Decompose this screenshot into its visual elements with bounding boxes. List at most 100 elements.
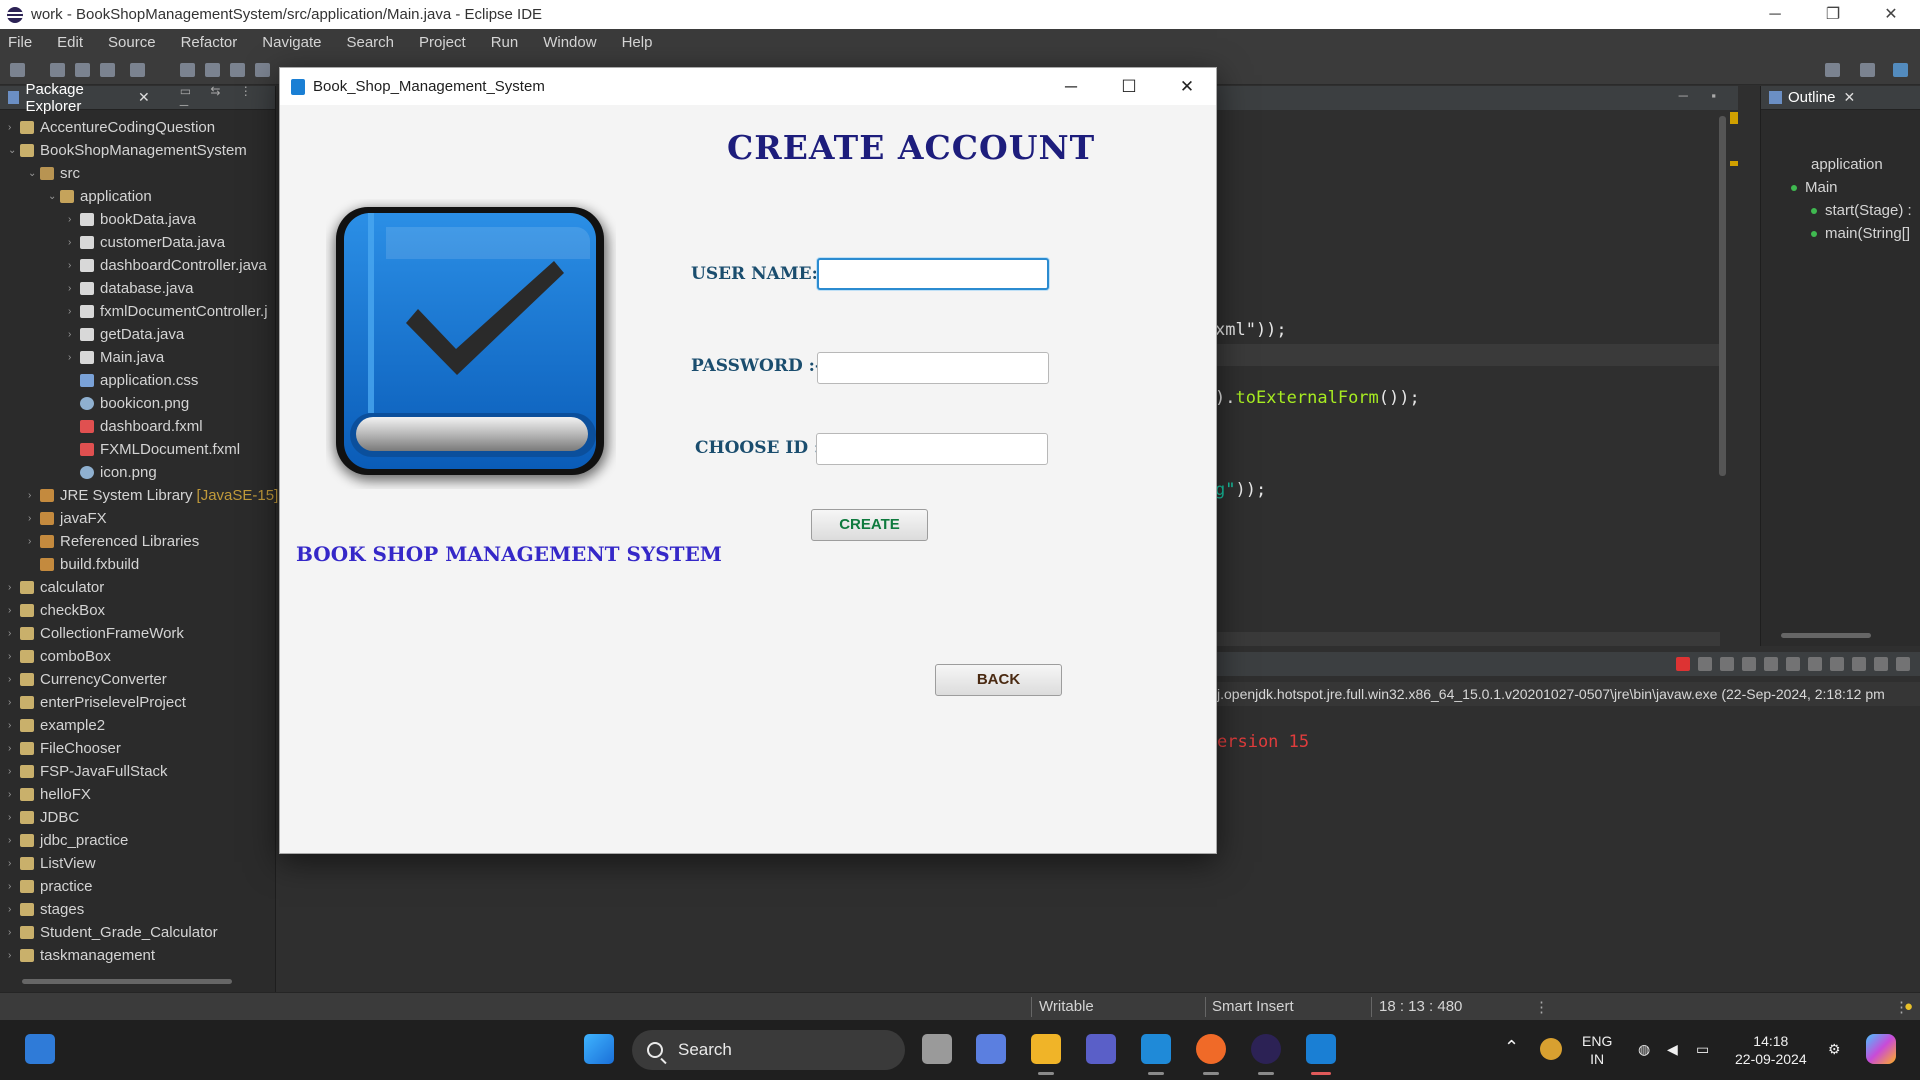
save-icon[interactable] xyxy=(50,63,65,77)
chevron-right-icon[interactable]: › xyxy=(8,116,20,139)
outline-item-package[interactable]: application xyxy=(1811,156,1883,173)
tree-item[interactable]: dashboard.fxml xyxy=(68,415,203,438)
package-explorer-tab[interactable]: Package Explorer ✕ ▭ ⇆ ⋮ ─ xyxy=(0,81,275,115)
create-button[interactable]: CREATE xyxy=(811,509,928,541)
copilot-icon[interactable] xyxy=(976,1034,1006,1064)
outline-item-method[interactable]: start(Stage) : xyxy=(1811,202,1912,219)
whitespace-icon[interactable] xyxy=(255,63,270,77)
chevron-right-icon[interactable]: › xyxy=(28,484,40,507)
terminal-icon[interactable] xyxy=(100,63,115,77)
tree-item[interactable]: ⌄ BookShopManagementSystem xyxy=(8,139,247,162)
task-view-icon[interactable] xyxy=(922,1034,952,1064)
horizontal-scrollbar[interactable] xyxy=(1781,633,1871,638)
chevron-right-icon[interactable]: › xyxy=(68,300,80,323)
tree-item[interactable]: › database.java xyxy=(68,277,193,300)
copy-icon[interactable] xyxy=(1742,657,1756,671)
horizontal-scrollbar[interactable] xyxy=(22,979,232,984)
terminate-icon[interactable] xyxy=(1676,657,1690,671)
outline-tab[interactable]: Outline ✕ xyxy=(1761,86,1920,110)
vscode-icon[interactable] xyxy=(1141,1034,1171,1064)
tree-item[interactable]: › bookData.java xyxy=(68,208,196,231)
book-app-icon[interactable] xyxy=(1306,1034,1336,1064)
chevron-right-icon[interactable]: › xyxy=(8,668,20,691)
scroll-lock-icon[interactable] xyxy=(1764,657,1778,671)
chevron-right-icon[interactable]: › xyxy=(8,921,20,944)
tree-item[interactable]: › CollectionFrameWork xyxy=(8,622,184,645)
tree-item[interactable]: ⌄ src xyxy=(28,162,80,185)
back-button[interactable]: BACK xyxy=(935,664,1062,696)
new-icon[interactable] xyxy=(10,63,25,77)
teams-icon[interactable] xyxy=(1086,1034,1116,1064)
username-input[interactable] xyxy=(817,258,1049,290)
tree-item[interactable]: › enterPriselevelProject xyxy=(8,691,186,714)
volume-icon[interactable]: ◀ xyxy=(1667,1040,1678,1058)
tree-item[interactable]: build.fxbuild xyxy=(28,553,139,576)
tree-item[interactable]: › customerData.java xyxy=(68,231,225,254)
chevron-right-icon[interactable]: › xyxy=(68,346,80,369)
tree-item[interactable]: › fxmlDocumentController.j xyxy=(68,300,268,323)
chevron-down-icon[interactable]: ⌄ xyxy=(8,139,20,162)
tree-item[interactable]: › javaFX xyxy=(28,507,107,530)
tree-item[interactable]: › checkBox xyxy=(8,599,105,622)
chevron-down-icon[interactable]: ⌄ xyxy=(28,162,40,185)
chevron-right-icon[interactable]: › xyxy=(8,852,20,875)
menu-help[interactable]: Help xyxy=(622,34,653,51)
remove-all-icon[interactable] xyxy=(1720,657,1734,671)
tree-item[interactable]: › Referenced Libraries xyxy=(28,530,199,553)
chevron-right-icon[interactable]: › xyxy=(8,783,20,806)
view-menu-icon[interactable]: ▭ ⇆ ⋮ ─ xyxy=(180,84,275,112)
editor-minmax-icon[interactable]: ─ ▪ xyxy=(1679,88,1726,103)
open-perspective-icon[interactable] xyxy=(1860,63,1875,77)
minimize-button[interactable]: ─ xyxy=(1042,68,1100,105)
tree-item[interactable]: FXMLDocument.fxml xyxy=(68,438,240,461)
toggle-mark-icon[interactable] xyxy=(130,63,145,77)
eclipse-icon[interactable] xyxy=(1251,1034,1281,1064)
maximize-button[interactable]: ☐ xyxy=(1100,68,1158,105)
close-button[interactable]: ✕ xyxy=(1862,0,1920,29)
search-icon[interactable] xyxy=(1825,63,1840,77)
tree-item[interactable]: bookicon.png xyxy=(68,392,189,415)
console-vertical-scrollbar[interactable] xyxy=(1904,710,1914,980)
menu-search[interactable]: Search xyxy=(346,34,394,51)
chevron-right-icon[interactable]: › xyxy=(68,254,80,277)
editor-vertical-scrollbar[interactable] xyxy=(1719,116,1726,476)
chevron-right-icon[interactable]: › xyxy=(68,277,80,300)
firefox-icon[interactable] xyxy=(1196,1034,1226,1064)
password-input[interactable] xyxy=(817,352,1049,384)
tip-icon[interactable]: ● xyxy=(1904,998,1913,1015)
chevron-right-icon[interactable]: › xyxy=(8,714,20,737)
maximize-icon[interactable] xyxy=(1896,657,1910,671)
minimize-icon[interactable] xyxy=(1874,657,1888,671)
close-icon[interactable]: ✕ xyxy=(1844,89,1856,106)
tree-item[interactable]: › stages xyxy=(8,898,84,921)
tree-item[interactable]: › Main.java xyxy=(68,346,164,369)
chevron-down-icon[interactable]: ⌄ xyxy=(48,185,60,208)
menu-navigate[interactable]: Navigate xyxy=(262,34,321,51)
menu-source[interactable]: Source xyxy=(108,34,156,51)
tree-item[interactable]: ⌄ application xyxy=(48,185,152,208)
chevron-right-icon[interactable]: › xyxy=(68,323,80,346)
tree-item[interactable]: › example2 xyxy=(8,714,105,737)
notification-icon[interactable]: ⚙ xyxy=(1828,1040,1841,1058)
choose-id-input[interactable] xyxy=(816,433,1048,465)
chevron-right-icon[interactable]: › xyxy=(8,806,20,829)
menu-window[interactable]: Window xyxy=(543,34,596,51)
sync-icon[interactable] xyxy=(1540,1038,1562,1060)
tree-item[interactable]: › practice xyxy=(8,875,93,898)
tree-item[interactable]: › dashboardController.java xyxy=(68,254,267,277)
tree-item[interactable]: › taskmanagement xyxy=(8,944,155,967)
tree-item[interactable]: › jdbc_practice xyxy=(8,829,128,852)
open-console-icon[interactable] xyxy=(1852,657,1866,671)
network-icon[interactable]: ◍ xyxy=(1638,1040,1650,1058)
remove-launch-icon[interactable] xyxy=(1698,657,1712,671)
status-menu-icon[interactable]: ⋮ xyxy=(1534,998,1549,1016)
chevron-right-icon[interactable]: › xyxy=(8,576,20,599)
menu-run[interactable]: Run xyxy=(491,34,519,51)
chevron-right-icon[interactable]: › xyxy=(68,231,80,254)
tree-item[interactable]: › helloFX xyxy=(8,783,91,806)
chevron-right-icon[interactable]: › xyxy=(8,645,20,668)
tree-item[interactable]: › CurrencyConverter xyxy=(8,668,167,691)
chevron-right-icon[interactable]: › xyxy=(8,622,20,645)
word-wrap-icon[interactable] xyxy=(1786,657,1800,671)
java-perspective-icon[interactable] xyxy=(1893,63,1908,77)
